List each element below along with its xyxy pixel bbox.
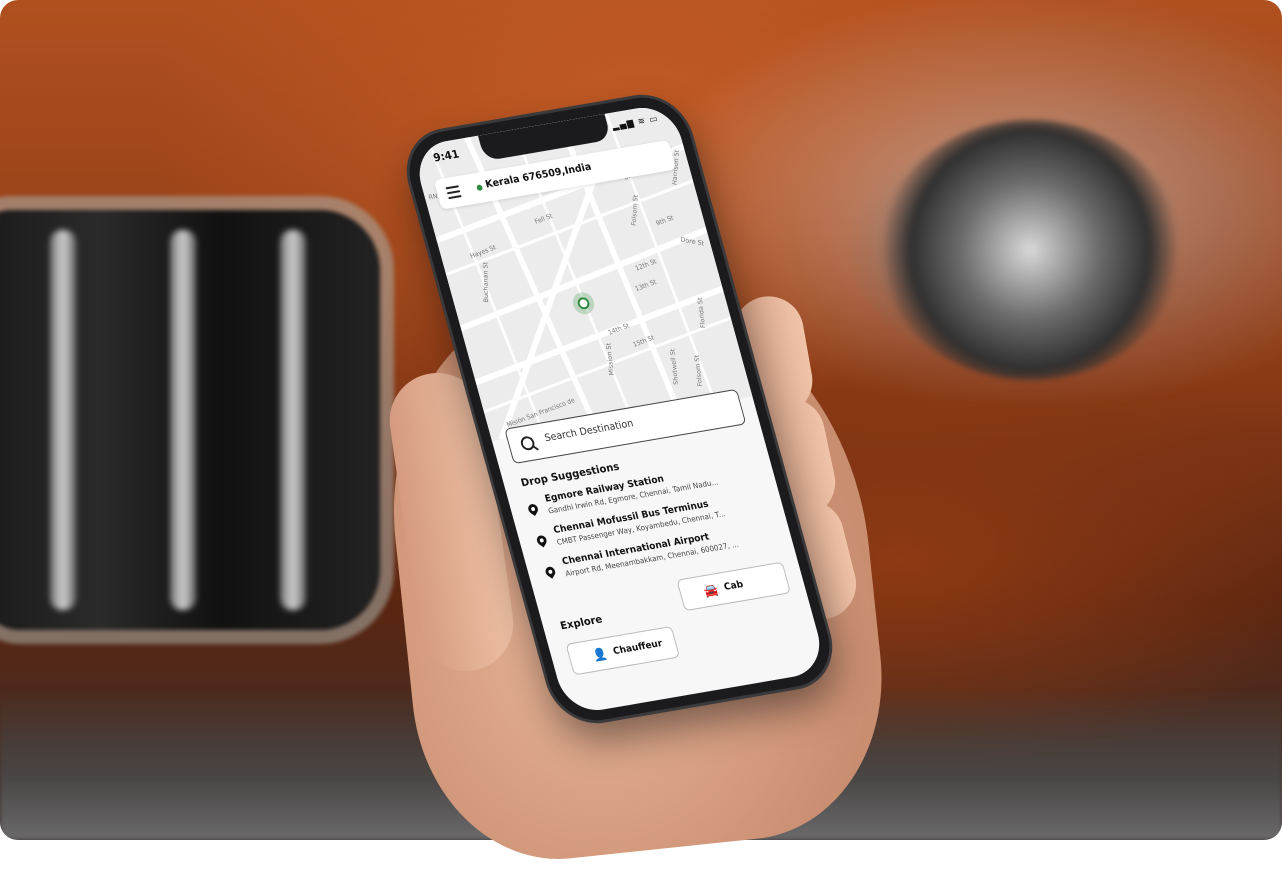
chauffeur-button-label: Chauffeur [611,638,664,658]
location-pin-icon [527,503,540,516]
map-street-label: Buchanan St [481,261,491,303]
explore-title: Explore [558,613,604,633]
signal-wifi-battery-icon: ▂▄▆ ≋ ▭ [611,114,660,132]
location-pin-icon [544,566,557,579]
car-headlight [880,120,1180,380]
car-grille [0,210,380,630]
chauffeur-button[interactable]: 👤 Chauffeur [565,625,681,676]
smartphone: 8th St Fell St Hayes St 9th St Folsom St… [399,89,840,727]
search-placeholder: Search Destination [543,418,635,445]
cab-button-label: Cab [722,578,745,593]
phone-body: 8th St Fell St Hayes St 9th St Folsom St… [399,91,840,727]
search-icon [519,435,537,452]
person-driver-icon: 👤 [591,646,609,663]
app-screen: 8th St Fell St Hayes St 9th St Folsom St… [411,102,828,716]
status-time: 9:41 [431,147,461,165]
cab-button[interactable]: 🚘 Cab [676,561,791,612]
location-pin-icon [536,535,549,548]
car-icon: 🚘 [702,582,720,599]
location-status-dot-icon [476,184,484,192]
hamburger-menu-icon[interactable] [445,185,462,200]
